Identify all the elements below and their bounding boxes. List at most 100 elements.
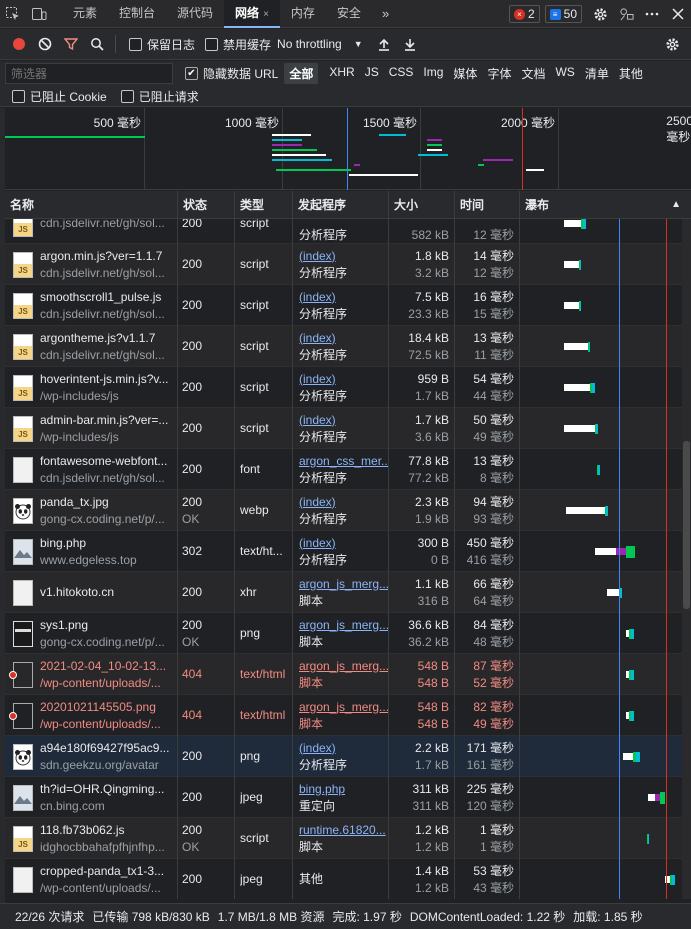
disable-cache-checkbox[interactable]: 禁用缓存	[205, 36, 271, 53]
initiator-link[interactable]: bing.php	[299, 781, 388, 798]
column-header-size[interactable]: 大小	[389, 191, 455, 219]
checkbox-box[interactable]	[120, 89, 134, 103]
initiator-link[interactable]: argon_js_merg...	[299, 576, 388, 593]
hide-data-urls-checkbox[interactable]: ✔ 隐藏数据 URL	[185, 65, 278, 82]
network-settings-gear-icon[interactable]	[659, 29, 685, 59]
initiator-link[interactable]: (index)	[299, 289, 388, 306]
initiator-link[interactable]: runtime.61820...	[299, 822, 388, 839]
name-cell[interactable]: JS hoverintent-js.min.js?v... /wp-includes…	[5, 367, 178, 408]
more-tabs-button[interactable]: »	[372, 0, 399, 28]
throttling-select[interactable]: No throttling ▼	[277, 37, 363, 51]
more-options-icon[interactable]	[639, 0, 665, 28]
filter-font[interactable]: 字体	[482, 63, 516, 84]
checkbox-box[interactable]	[129, 37, 142, 51]
column-header-initiator[interactable]: 发起程序	[293, 191, 389, 219]
request-row[interactable]: a94e180f69427f95ac9... sdn.geekzu.org/ava…	[5, 736, 691, 777]
request-row[interactable]: bing.php www.edgeless.top 302 text/ht... (in…	[5, 531, 691, 572]
request-row[interactable]: v1.hitokoto.cn 200 xhr argon_js_merg... 脚本 1.…	[5, 572, 691, 613]
request-row[interactable]: th?id=OHR.Qingming... cn.bing.com 200 jpeg b…	[5, 777, 691, 818]
name-cell[interactable]: JS smoothscroll1_pulse.js cdn.jsdelivr.net…	[5, 285, 178, 326]
name-cell[interactable]: JS argontheme.js?v1.1.7 cdn.jsdelivr.net/g…	[5, 326, 178, 367]
blocked-cookies-checkbox[interactable]: 已阻止 Cookie	[12, 88, 107, 105]
request-row[interactable]: cropped-panda_tx1-3... /wp-content/upload…	[5, 859, 691, 899]
initiator-link[interactable]: (index)	[299, 412, 388, 429]
filter-icon[interactable]	[58, 29, 84, 59]
clear-icon[interactable]	[32, 29, 58, 59]
name-cell[interactable]: v1.hitokoto.cn	[5, 572, 178, 613]
request-row[interactable]: JS argontheme.js?v1.1.7 cdn.jsdelivr.net/g…	[5, 326, 691, 367]
name-cell[interactable]: th?id=OHR.Qingming... cn.bing.com	[5, 777, 178, 818]
name-cell[interactable]: fontawesome-webfont... cdn.jsdelivr.net/g…	[5, 449, 178, 490]
name-cell[interactable]: bing.php www.edgeless.top	[5, 531, 178, 572]
inspect-element-icon[interactable]	[0, 0, 26, 28]
tab-sources[interactable]: 源代码	[166, 0, 224, 28]
message-count-badge[interactable]: ≡ 50	[544, 5, 582, 23]
close-devtools-icon[interactable]	[665, 0, 691, 28]
request-row[interactable]: panda_tx.jpg gong-cx.coding.net/p/... 200 O…	[5, 490, 691, 531]
preserve-log-checkbox[interactable]: 保留日志	[129, 36, 195, 53]
initiator-link[interactable]: (index)	[299, 371, 388, 388]
column-header-status[interactable]: 状态	[178, 191, 235, 219]
request-row[interactable]: 2021-02-04_10-02-13... /wp-content/upload…	[5, 654, 691, 695]
tab-network[interactable]: 网络 ×	[224, 0, 280, 28]
request-row[interactable]: JS argon.min.js?ver=1.1.7 cdn.jsdelivr.net…	[5, 244, 691, 285]
feedback-icon[interactable]	[613, 0, 639, 28]
initiator-link[interactable]: (index)	[299, 494, 388, 511]
initiator-link[interactable]: argon_js_merg...	[299, 699, 388, 716]
column-header-type[interactable]: 类型	[235, 191, 293, 219]
tab-elements[interactable]: 元素	[62, 0, 108, 28]
request-row[interactable]: JS smoothscroll1_pulse.js cdn.jsdelivr.net…	[5, 285, 691, 326]
name-cell[interactable]: a94e180f69427f95ac9... sdn.geekzu.org/ava…	[5, 736, 178, 777]
export-har-icon[interactable]	[397, 29, 423, 59]
checkbox-checked-icon[interactable]: ✔	[185, 67, 198, 80]
request-row[interactable]: JS admin-bar.min.js?ver=... /wp-includes/j…	[5, 408, 691, 449]
filter-other[interactable]: 其他	[614, 63, 648, 84]
initiator-link[interactable]: (index)	[299, 740, 388, 757]
filter-ws[interactable]: WS	[550, 63, 579, 84]
request-row[interactable]: JS 118.fb73b062.js idghocbbahafpfhjnfhp...…	[5, 818, 691, 859]
name-cell[interactable]: JS argon.min.js?ver=1.1.7 cdn.jsdelivr.net…	[5, 244, 178, 285]
checkbox-box[interactable]	[12, 89, 25, 103]
device-toolbar-icon[interactable]	[26, 0, 52, 28]
error-count-badge[interactable]: × 2	[508, 5, 540, 23]
import-har-icon[interactable]	[371, 29, 397, 59]
initiator-link[interactable]: argon_js_merg...	[299, 617, 388, 634]
filter-js[interactable]: JS	[360, 63, 384, 84]
column-header-waterfall[interactable]: 瀑布 ▲	[520, 191, 691, 219]
filter-all[interactable]: 全部	[284, 63, 319, 84]
tab-memory[interactable]: 内存	[280, 0, 326, 28]
column-header-name[interactable]: 名称	[5, 191, 178, 219]
tab-security[interactable]: 安全	[326, 0, 372, 28]
initiator-link[interactable]: (index)	[299, 535, 388, 552]
name-cell[interactable]: panda_tx.jpg gong-cx.coding.net/p/...	[5, 490, 178, 531]
initiator-link[interactable]: argon_css_mer...	[299, 453, 388, 470]
scrollbar-track[interactable]	[682, 219, 691, 899]
name-cell[interactable]: sys1.png gong-cx.coding.net/p/...	[5, 613, 178, 654]
name-cell[interactable]: 2021-02-04_10-02-13... /wp-content/upload…	[5, 654, 178, 695]
filter-css[interactable]: CSS	[384, 63, 419, 84]
request-row[interactable]: JS cdn.jsdelivr.net/gh/sol... 200 script 分析程…	[5, 219, 691, 244]
request-table-body[interactable]: JS cdn.jsdelivr.net/gh/sol... 200 script 分析程…	[5, 219, 691, 899]
blocked-requests-checkbox[interactable]: 已阻止请求	[120, 88, 199, 105]
tab-console[interactable]: 控制台	[108, 0, 166, 28]
request-row[interactable]: 20201021145505.png/wp-content/uploads/..…	[5, 695, 691, 736]
checkbox-box[interactable]	[205, 37, 219, 51]
request-row[interactable]: sys1.png gong-cx.coding.net/p/... 200 OK png…	[5, 613, 691, 654]
record-icon[interactable]	[6, 29, 32, 59]
column-header-time[interactable]: 时间	[455, 191, 520, 219]
request-row[interactable]: fontawesome-webfont... cdn.jsdelivr.net/g…	[5, 449, 691, 490]
scrollbar-thumb[interactable]	[683, 441, 690, 609]
settings-gear-icon[interactable]	[587, 0, 613, 28]
timeline-overview[interactable]: 500 毫秒 1000 毫秒 1500 毫秒 2000 毫秒 2500 毫秒	[5, 108, 691, 190]
request-row[interactable]: JS hoverintent-js.min.js?v... /wp-includes…	[5, 367, 691, 408]
search-icon[interactable]	[84, 29, 110, 59]
filter-img[interactable]: Img	[418, 63, 448, 84]
name-cell[interactable]: cropped-panda_tx1-3... /wp-content/upload…	[5, 859, 178, 899]
filter-xhr[interactable]: XHR	[324, 63, 359, 84]
filter-media[interactable]: 媒体	[448, 63, 482, 84]
name-cell[interactable]: JS cdn.jsdelivr.net/gh/sol...	[5, 219, 178, 244]
initiator-link[interactable]: (index)	[299, 248, 388, 265]
close-tab-icon[interactable]: ×	[263, 9, 269, 20]
initiator-link[interactable]: (index)	[299, 330, 388, 347]
name-cell[interactable]: JS 118.fb73b062.js idghocbbahafpfhjnfhp...	[5, 818, 178, 859]
